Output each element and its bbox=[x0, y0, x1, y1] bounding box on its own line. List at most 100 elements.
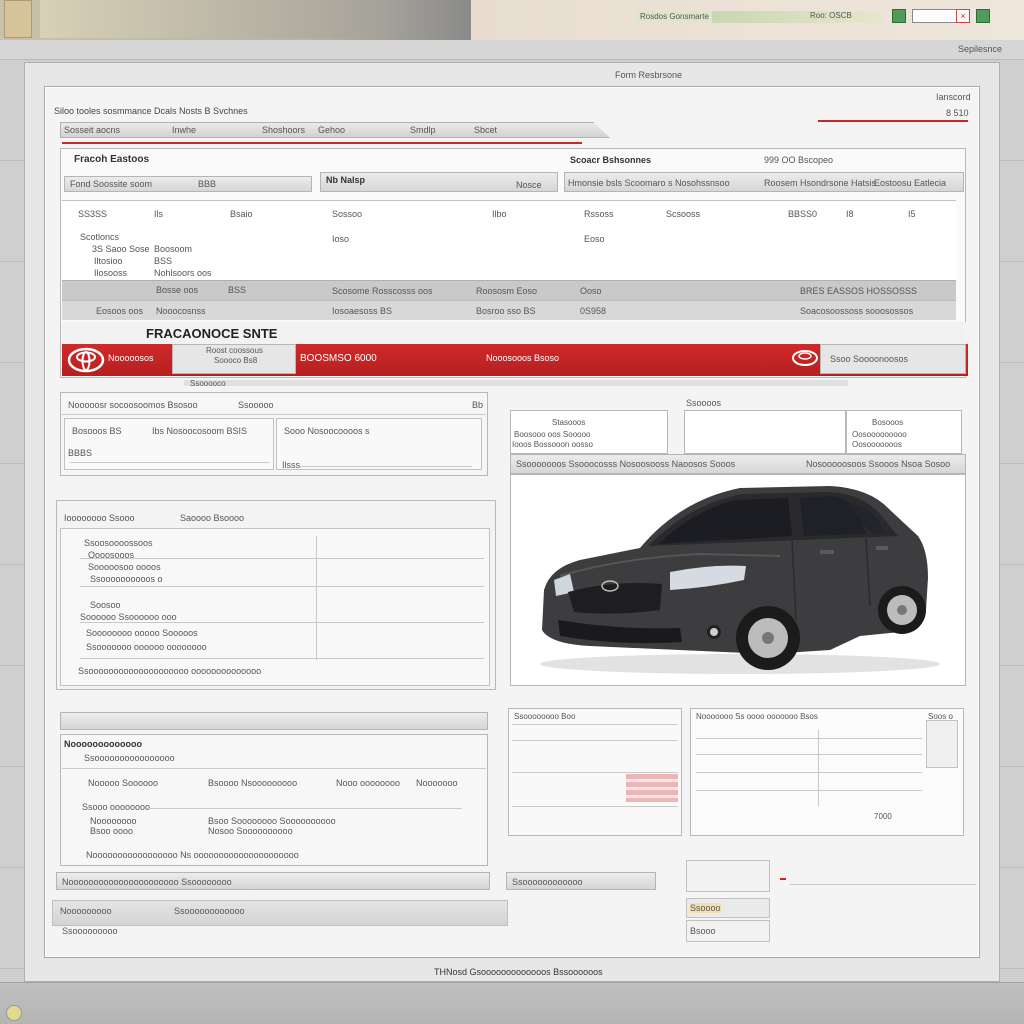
progress-strip bbox=[712, 11, 882, 23]
sta-line-3 bbox=[512, 772, 678, 773]
stb-line-1 bbox=[696, 738, 922, 739]
details-row1-left: Nooooosr socoosoomos Bsosoo bbox=[68, 400, 198, 410]
mid-item-6: Soooooooo ooooo Sooooos bbox=[86, 628, 198, 638]
vehicle-right-title: Scoacr Bshsonnes bbox=[570, 155, 652, 165]
details-header: Ssooooco bbox=[190, 379, 226, 388]
car-top-left-a: Stasooos bbox=[552, 418, 586, 427]
details-row1-right: Ssooooo bbox=[238, 400, 274, 410]
tab-4[interactable]: Smdlp bbox=[410, 125, 436, 135]
field-1-label: Fond Soossite soom bbox=[70, 179, 153, 189]
bottom-bar-2-text: Ssoooooooooooo bbox=[512, 877, 583, 887]
gr2-c3: Bosroo sso BS bbox=[476, 306, 536, 316]
banner-left-label: Nooooosos bbox=[108, 353, 154, 363]
vt-r0-c1: Ils bbox=[154, 209, 163, 219]
toyota-logo-icon bbox=[67, 347, 105, 373]
taskbar-status-code: Roo: OSCB bbox=[810, 11, 852, 20]
form-header-right-num: 8 510 bbox=[946, 108, 969, 118]
col-header-2: Eostoosu Eatlecia bbox=[874, 178, 947, 188]
gr2-c4: 0S958 bbox=[580, 306, 607, 316]
bottom-small-box[interactable] bbox=[686, 860, 770, 892]
lower-header-1: Bsoooo Nsooooooooo bbox=[208, 778, 298, 788]
bottom-btn-1-label: Ssoooo bbox=[690, 903, 721, 913]
gr2-c2: Iosoaesoss BS bbox=[332, 306, 393, 316]
gr1-c1: BSS bbox=[228, 285, 247, 295]
details-header-bar bbox=[184, 380, 848, 386]
mid-line-3 bbox=[80, 622, 484, 623]
mid-panel-footer: Ssoooooooooooooooooooo oooooooooooooo bbox=[78, 666, 262, 676]
start-icon[interactable] bbox=[6, 1005, 22, 1021]
vt-r0-c4: Ilbo bbox=[492, 209, 507, 219]
tab-1[interactable]: Inwhe bbox=[172, 125, 196, 135]
mid-item-2: Sooooosoo oooos bbox=[88, 562, 161, 572]
taskbar-status-text: Rosdos Gonsmarte bbox=[636, 11, 713, 22]
car-top-left-c: Iooos Bossooon oosso bbox=[512, 440, 593, 449]
vehicle-section-title: Fracoh Eastoos bbox=[74, 154, 150, 165]
banner-right-box-text: Ssoo Soooonoosos bbox=[830, 354, 909, 364]
left-margin bbox=[0, 60, 24, 980]
mid-item-4: Soosoo bbox=[90, 600, 121, 610]
mid-item-7: Ssooooooo oooooo oooooooo bbox=[86, 642, 207, 652]
lower-panel-footer: Nooooooooooooooooo Ns oooooooooooooooooo… bbox=[86, 850, 299, 860]
vt-r2-c0: 3S Saoo Sose bbox=[92, 244, 150, 254]
toolbar: Sepilesnce bbox=[0, 40, 1024, 60]
mid-line-1 bbox=[80, 558, 484, 559]
lower-row-2: Bsoo oooo bbox=[90, 826, 134, 836]
gr2-c5: Soacosoossoss sooosossos bbox=[800, 306, 914, 316]
mid-panel-subtitle: Saoooo Bsoooo bbox=[180, 513, 245, 523]
small-table-a-highlight bbox=[626, 774, 678, 802]
right-margin bbox=[1000, 60, 1024, 980]
car-caption-left: Ssooooooos Ssooocosss Nosoosooss Naoosos… bbox=[516, 459, 736, 469]
app-thumbnail-icon[interactable] bbox=[4, 0, 32, 38]
lower-header-2: Nooo oooooooo bbox=[336, 778, 401, 788]
mid-vline bbox=[316, 536, 317, 660]
small-table-b-num: 7000 bbox=[874, 812, 892, 821]
details-sub1: Bosooos BS bbox=[72, 426, 122, 436]
tab-5[interactable]: Sbcet bbox=[474, 125, 497, 135]
bottom-input-strip[interactable] bbox=[52, 900, 508, 926]
bottom-row-b: Ssoooooooooooo bbox=[174, 906, 245, 916]
gr1-c0: Bosse oos bbox=[156, 285, 199, 295]
car-top-right-a: Bosooos bbox=[872, 418, 904, 427]
details-sub3: Sooo Nosoocoooos s bbox=[284, 426, 370, 436]
tab-2[interactable]: Shoshoors bbox=[262, 125, 305, 135]
details-line-b bbox=[300, 466, 472, 467]
car-top-box-mid bbox=[684, 410, 846, 454]
lower-header-0: Nooooo Soooooo bbox=[88, 778, 159, 788]
taskbar: Rosdos Gonsmarte Roo: OSCB × bbox=[0, 0, 1024, 40]
vt-r1-c5: Eoso bbox=[584, 234, 605, 244]
close-icon[interactable]: × bbox=[956, 9, 970, 23]
lower-header-3: Nooooooo bbox=[416, 778, 458, 788]
bottom-row-a: Nooooooooo bbox=[60, 906, 112, 916]
tab-0[interactable]: Sosseit aocns bbox=[64, 125, 120, 135]
green-square-icon[interactable] bbox=[892, 9, 906, 23]
small-table-b-box[interactable] bbox=[926, 720, 958, 768]
mid-line-4 bbox=[80, 658, 484, 659]
lower-panel-title: Nooooooooooooo bbox=[64, 739, 142, 749]
stb-line-3 bbox=[696, 772, 922, 773]
window-title: Form Resbrsone bbox=[615, 70, 683, 80]
vt-r0-c2: Bsaio bbox=[230, 209, 253, 219]
vt-r4-c0: Ilosooss bbox=[94, 268, 128, 278]
vt-r0-c5: Rssoss bbox=[584, 209, 614, 219]
details-sub5: Ilsss bbox=[282, 460, 300, 470]
mid-line-2 bbox=[80, 586, 484, 587]
tab-3[interactable]: Gehoo bbox=[318, 125, 345, 135]
car-top-right-c: Oosooooooos bbox=[852, 440, 902, 449]
address-bar[interactable] bbox=[40, 0, 470, 38]
vehicle-right-subtitle: 999 OO Bscopeo bbox=[764, 155, 834, 165]
banner-title: FRACAONOCE SNTE bbox=[146, 326, 278, 341]
toyota-logo-icon bbox=[792, 350, 818, 366]
sta-line-4 bbox=[512, 806, 678, 807]
details-divider bbox=[62, 414, 486, 415]
small-table-b-title: Nooooooo Ss oooo ooooooo Bsos bbox=[696, 712, 818, 721]
stb-vline bbox=[818, 730, 819, 806]
gr1-c5: BRES EASSOS HOSSOSSS bbox=[800, 286, 918, 296]
details-sub2: Ibs Nosoocosoom BSIS bbox=[152, 426, 248, 436]
lower-row-0: Ssooo oooooooo bbox=[82, 802, 151, 812]
gr2-c0: Eosoos oos bbox=[96, 306, 144, 316]
toolbar-right-text: Sepilesnce bbox=[957, 44, 1002, 54]
stb-line-4 bbox=[696, 790, 922, 791]
green-square-icon[interactable] bbox=[976, 9, 990, 23]
lower-row-1: Noooooooo bbox=[90, 816, 137, 826]
details-sub4: BBBS bbox=[68, 448, 93, 458]
